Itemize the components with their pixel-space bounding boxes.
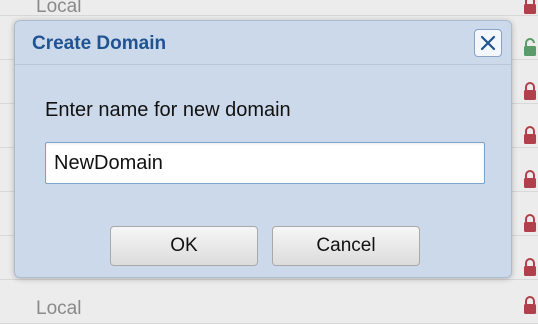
unlock-icon <box>524 38 536 56</box>
lock-icon <box>524 214 536 232</box>
lock-icon <box>524 258 536 276</box>
cancel-button[interactable]: Cancel <box>272 226 420 266</box>
lock-icon <box>524 170 536 188</box>
lock-icon <box>524 82 536 100</box>
close-icon <box>480 35 496 51</box>
list-item[interactable]: Local <box>0 0 538 17</box>
close-button[interactable] <box>474 29 502 57</box>
ok-button[interactable]: OK <box>110 226 258 266</box>
dialog-title: Create Domain <box>32 33 167 54</box>
list-item-label: Local <box>36 298 82 319</box>
domain-name-input[interactable] <box>45 142 485 184</box>
create-domain-dialog: Create Domain Enter name for new domain … <box>14 20 512 278</box>
domain-name-prompt: Enter name for new domain <box>45 99 291 121</box>
lock-icon <box>524 296 536 314</box>
dialog-header: Create Domain <box>15 21 511 65</box>
lock-icon <box>524 0 536 14</box>
list-item[interactable]: Local <box>0 280 538 324</box>
lock-icon <box>524 126 536 144</box>
